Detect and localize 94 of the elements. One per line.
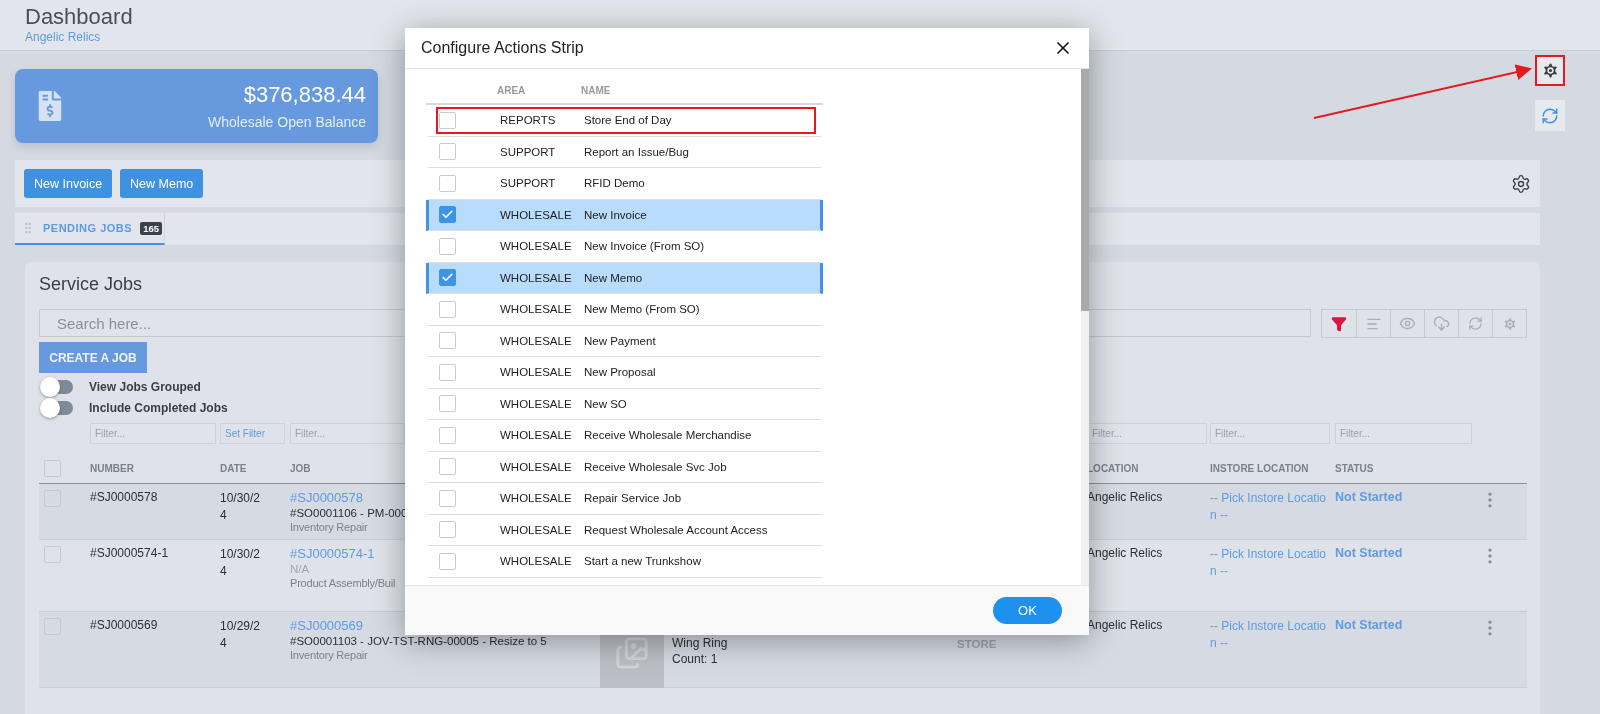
checkbox[interactable] bbox=[439, 269, 456, 287]
action-name: Repair Service Job bbox=[584, 492, 683, 505]
action-name: Request Wholesale Account Access bbox=[584, 523, 769, 536]
job-date: 10/30/24 bbox=[220, 490, 262, 524]
row-checkbox[interactable] bbox=[44, 546, 61, 563]
area-text: WHOLESALE bbox=[500, 555, 573, 568]
page-title: Dashboard bbox=[25, 4, 134, 30]
job-detail: #SO0001103 - JOV-TST-RNG-00005 - Resize to 5 bbox=[290, 635, 548, 647]
job-type: Inventory Repair bbox=[290, 521, 368, 533]
settings-button[interactable] bbox=[1535, 55, 1565, 86]
action-name: New Invoice bbox=[584, 208, 648, 221]
action-name: Receive Wholesale Merchandise bbox=[584, 429, 753, 442]
checkbox[interactable] bbox=[439, 143, 456, 161]
action-name: Receive Wholesale Svc Job bbox=[584, 460, 728, 473]
area-text: WHOLESALE bbox=[500, 240, 573, 253]
count-badge: 165 bbox=[140, 221, 162, 235]
select-all-checkbox[interactable] bbox=[44, 459, 61, 477]
action-row[interactable]: WHOLESALE New Memo bbox=[426, 262, 823, 294]
dialog-title: Configure Actions Strip bbox=[421, 39, 584, 57]
action-name: New SO bbox=[584, 397, 628, 410]
checkbox[interactable] bbox=[439, 332, 456, 350]
job-number: #SJ0000574-1 bbox=[90, 546, 170, 562]
area-text: WHOLESALE bbox=[500, 492, 573, 505]
action-name: New Proposal bbox=[584, 366, 657, 379]
area-text: WHOLESALE bbox=[500, 334, 573, 347]
checkbox[interactable] bbox=[439, 521, 456, 539]
tab[interactable]: PENDING JOBS 165 bbox=[15, 213, 165, 245]
filter-field[interactable]: Filter... bbox=[1335, 423, 1472, 444]
toggle-label: Include Completed Jobs bbox=[89, 401, 228, 415]
filter-field[interactable]: Filter... bbox=[1210, 423, 1330, 444]
checkbox[interactable] bbox=[439, 426, 456, 444]
filter-field[interactable]: Filter... bbox=[90, 423, 216, 444]
location: Angelic Relics bbox=[1087, 490, 1164, 506]
action-name: Start a new Trunkshow bbox=[584, 555, 702, 568]
refresh-icon bbox=[1541, 106, 1559, 125]
checkbox[interactable] bbox=[439, 489, 456, 507]
action-row[interactable]: WHOLESALE New Invoice bbox=[426, 199, 823, 231]
scrollbar[interactable] bbox=[1081, 69, 1089, 585]
column-header: NAME bbox=[581, 84, 612, 96]
action-name: New Payment bbox=[584, 334, 657, 347]
checkbox[interactable] bbox=[439, 111, 456, 129]
checkbox[interactable] bbox=[439, 300, 456, 318]
toggle-switch[interactable] bbox=[41, 401, 73, 415]
area-text: WHOLESALE bbox=[500, 429, 573, 442]
status: Not Started bbox=[1335, 618, 1404, 634]
checkbox[interactable] bbox=[439, 174, 456, 192]
area-text: WHOLESALE bbox=[500, 460, 573, 473]
filter-field[interactable]: Filter... bbox=[1087, 423, 1207, 444]
job-date: 10/30/24 bbox=[220, 546, 262, 580]
job-type: Inventory Repair bbox=[290, 649, 368, 661]
action-name: RFID Demo bbox=[584, 177, 646, 190]
area-text: WHOLESALE bbox=[500, 271, 573, 284]
checkbox[interactable] bbox=[439, 237, 456, 255]
checkbox[interactable] bbox=[439, 552, 456, 570]
action-row[interactable]: REPORTS Store End of Day bbox=[426, 105, 823, 137]
refresh-button[interactable] bbox=[1535, 100, 1565, 131]
area-text: REPORTS bbox=[500, 114, 557, 127]
action-name: Store End of Day bbox=[584, 114, 673, 127]
job-number: #SJ0000569 bbox=[90, 618, 159, 634]
area-text: WHOLESALE bbox=[500, 523, 573, 536]
action-name: New Invoice (From SO) bbox=[584, 240, 706, 253]
column-header: AREA bbox=[497, 84, 527, 96]
location: Angelic Relics bbox=[1087, 618, 1164, 634]
area-text: WHOLESALE bbox=[500, 397, 573, 410]
toggle-label: View Jobs Grouped bbox=[89, 380, 201, 394]
area-text: SUPPORT bbox=[500, 177, 557, 190]
status: Not Started bbox=[1335, 490, 1404, 506]
checkbox[interactable] bbox=[439, 395, 456, 413]
tab-label: PENDING JOBS bbox=[43, 222, 133, 234]
balance-label: Wholesale Open Balance bbox=[208, 114, 366, 130]
item-text: Wing Ring bbox=[672, 636, 728, 650]
card-title: Service Jobs bbox=[39, 274, 143, 295]
area-text: WHOLESALE bbox=[500, 303, 573, 316]
job-type: Product Assembly/Buil bbox=[290, 577, 396, 589]
store-name: Angelic Relics bbox=[25, 30, 102, 44]
job-date: 10/29/24 bbox=[220, 618, 262, 652]
filter-field[interactable]: Filter... bbox=[290, 423, 405, 444]
checkbox[interactable] bbox=[439, 458, 456, 476]
area-text: WHOLESALE bbox=[500, 208, 573, 221]
balance-amount: $376,838.44 bbox=[243, 82, 366, 108]
job-number: #SJ0000578 bbox=[90, 490, 159, 506]
toggle-switch[interactable] bbox=[41, 380, 73, 394]
status: Not Started bbox=[1335, 546, 1404, 562]
checkbox[interactable] bbox=[439, 363, 456, 381]
area-text: WHOLESALE bbox=[500, 366, 573, 379]
area-text: SUPPORT bbox=[500, 145, 557, 158]
action-name: New Memo (From SO) bbox=[584, 303, 701, 316]
item-text: Count: 1 bbox=[672, 652, 719, 666]
action-name: New Memo bbox=[584, 271, 644, 284]
settings-icon[interactable] bbox=[1511, 173, 1531, 194]
job-detail: N/A bbox=[290, 563, 311, 575]
action-name: Report an Issue/Bug bbox=[584, 145, 690, 158]
location: Angelic Relics bbox=[1087, 546, 1164, 562]
checkbox[interactable] bbox=[439, 206, 456, 224]
